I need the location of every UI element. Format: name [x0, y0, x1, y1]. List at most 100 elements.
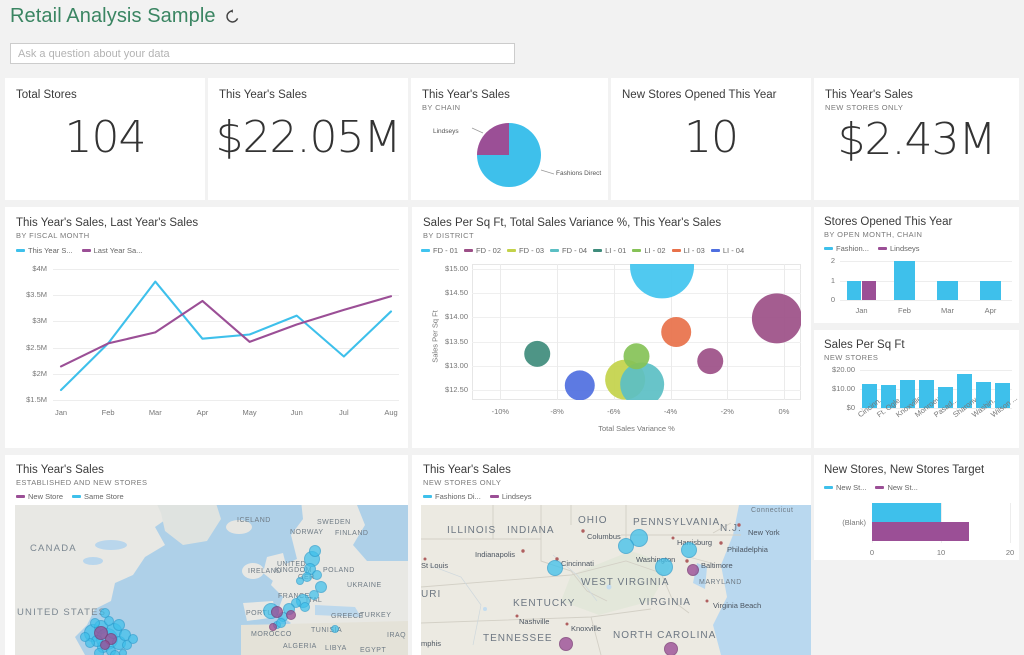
x-axis-tick-label: Mar	[941, 306, 954, 315]
stores-opened-plot[interactable]: 0 1 2 Jan Feb Mar Apr	[814, 207, 1019, 323]
map-bubble[interactable]	[547, 560, 563, 576]
map-region-label: ILLINOIS	[447, 525, 497, 536]
map-bubble[interactable]	[309, 590, 319, 600]
legend-label: Lindseys	[501, 492, 532, 501]
map-region-label: TENNESSEE	[483, 633, 553, 644]
scatter-chart-tile[interactable]: Sales Per Sq Ft, Total Sales Variance %,…	[412, 207, 811, 448]
pie-label-fashions-direct: Fashions Direct	[556, 170, 602, 177]
map-bubble[interactable]	[655, 558, 673, 576]
stores-opened-tile[interactable]: Stores Opened This Year BY OPEN MONTH, C…	[814, 207, 1019, 323]
world-map[interactable]: CANADA UNITED STATES ICELAND NORWAY SWEDEN FI…	[15, 505, 408, 655]
kpi-card-this-years-sales[interactable]: This Year's Sales $22.05M	[208, 78, 408, 200]
gridline	[860, 370, 1012, 371]
pie-label-lindseys: Lindseys	[433, 128, 459, 135]
map-region-label: ALGERIA	[283, 643, 317, 650]
map-region-label: POLAND	[323, 567, 355, 574]
map-bubble[interactable]	[276, 618, 286, 628]
bar[interactable]	[861, 280, 876, 300]
map-bubble[interactable]	[300, 602, 310, 612]
map-region-label: Philadelphia	[727, 545, 768, 554]
tile-subtitle: NEW STORES ONLY	[423, 478, 502, 487]
line-chart-tile[interactable]: This Year's Sales, Last Year's Sales BY …	[5, 207, 408, 448]
map-bubble[interactable]	[687, 564, 699, 576]
map-bubble[interactable]	[286, 610, 296, 620]
map-bubble[interactable]	[113, 619, 125, 631]
bar[interactable]	[872, 503, 941, 522]
pie-chart[interactable]	[411, 108, 608, 198]
map-bubble[interactable]	[119, 649, 127, 655]
y-axis-category-label: (Blank)	[842, 518, 866, 527]
map-region-label: Connecticut	[751, 507, 794, 514]
bar[interactable]	[979, 280, 1001, 300]
map-bubble[interactable]	[559, 637, 573, 651]
legend-item[interactable]: Fashions Di...	[423, 492, 481, 501]
legend-item[interactable]: Same Store	[72, 492, 124, 501]
map-region-label: Virginia Beach	[713, 601, 762, 610]
map-region-label: OHIO	[578, 515, 608, 526]
map-bubble[interactable]	[618, 538, 634, 554]
tile-title: This Year's Sales	[423, 464, 511, 476]
map-region-label: N.J.	[720, 523, 742, 534]
map-bubble[interactable]	[100, 640, 110, 650]
legend-item[interactable]: Lindseys	[489, 492, 532, 501]
map-region-label: VIRGINIA	[639, 597, 691, 608]
bar[interactable]	[872, 522, 969, 541]
map-tile-established-and-new-stores[interactable]: This Year's Sales ESTABLISHED AND NEW ST…	[5, 455, 408, 655]
sales-per-sqft-tile[interactable]: Sales Per Sq Ft NEW STORES $0 $10.00 $20.0…	[814, 330, 1019, 448]
map-bubble[interactable]	[331, 625, 339, 633]
kpi-card-new-stores-sales[interactable]: This Year's Sales NEW STORES ONLY $2.43M	[814, 78, 1019, 200]
bar[interactable]	[846, 280, 861, 300]
map2-legend: Fashions Di... Lindseys	[423, 492, 531, 501]
bar[interactable]	[893, 261, 915, 300]
gridline	[840, 261, 1012, 262]
map-bubble[interactable]	[100, 608, 110, 618]
search-input[interactable]	[10, 43, 515, 64]
map-region-label: Nashville	[519, 617, 550, 626]
map-region-label: MOROCCO	[251, 631, 292, 638]
map-bubble[interactable]	[296, 577, 304, 585]
map-bubble[interactable]	[309, 545, 321, 557]
pie-tile-sales-by-chain[interactable]: This Year's Sales BY CHAIN Lindseys Fash…	[411, 78, 608, 200]
gridline	[840, 300, 1012, 301]
bar[interactable]	[936, 280, 958, 300]
map-region-label: GREECE	[331, 613, 364, 620]
pie-slice-lindseys	[477, 123, 509, 155]
scatter-chart-plot[interactable]: $12.50 $13.00 $13.50 $14.00 $14.50 $15.00 -10%…	[412, 207, 811, 448]
map-bubble[interactable]	[681, 542, 697, 558]
map-region-label: INDIANA	[507, 525, 555, 536]
map-bubble[interactable]	[271, 606, 283, 618]
legend-label: Fashions Di...	[435, 492, 481, 501]
new-stores-target-tile[interactable]: New Stores, New Stores Target New St... …	[814, 455, 1019, 560]
kpi-card-total-stores[interactable]: Total Stores 104	[5, 78, 205, 200]
line-chart-plot[interactable]: $1.5M $2M $2.5M $3M $3.5M $4M Jan Feb Mar Apr May J…	[5, 207, 408, 448]
y-axis-tick-label: $10.00	[832, 384, 855, 393]
y-axis-tick-label: $0	[846, 403, 855, 412]
x-axis-tick-label: Jan	[855, 306, 868, 315]
x-axis-tick-label: Feb	[898, 306, 911, 315]
dashboard-header: Retail Analysis Sample	[0, 0, 1024, 72]
map-region-label: UKRAINE	[347, 582, 382, 589]
sales-per-sqft-plot[interactable]: $0 $10.00 $20.00 Cincinn... Ft. Ogle... Knoxv…	[814, 330, 1019, 448]
map-bubble[interactable]	[664, 642, 678, 655]
us-region-map[interactable]: ILLINOIS INDIANA OHIO PENNSYLVANIA N.J. WEST …	[421, 505, 811, 655]
map-region-label: TURKEY	[360, 612, 392, 619]
x-axis-tick-label: 20	[1005, 548, 1015, 557]
kpi-card-new-stores-opened[interactable]: New Stores Opened This Year 10	[611, 78, 811, 200]
legend-label: New Store	[28, 492, 64, 501]
refresh-icon[interactable]	[225, 9, 240, 24]
map-bubble[interactable]	[80, 632, 90, 642]
map-region-label: WEST VIRGINIA	[581, 577, 670, 588]
page-title: Retail Analysis Sample	[10, 5, 216, 27]
y-axis-tick-label: 1	[830, 275, 835, 285]
map-tile-new-stores-only[interactable]: This Year's Sales NEW STORES ONLY Fashio…	[412, 455, 811, 655]
map-bubble[interactable]	[312, 570, 322, 580]
map-bubble[interactable]	[128, 634, 138, 644]
map-bubble[interactable]	[269, 623, 277, 631]
y-axis-tick-label: 2	[830, 256, 835, 265]
new-stores-target-plot[interactable]: 0 10 20 (Blank)	[814, 455, 1019, 560]
legend-item[interactable]: New Store	[16, 492, 63, 501]
y-axis-tick-label: $20.00	[832, 365, 855, 374]
legend-swatch	[423, 495, 432, 498]
map1-legend: New Store Same Store	[16, 492, 124, 501]
legend-swatch	[16, 495, 25, 498]
